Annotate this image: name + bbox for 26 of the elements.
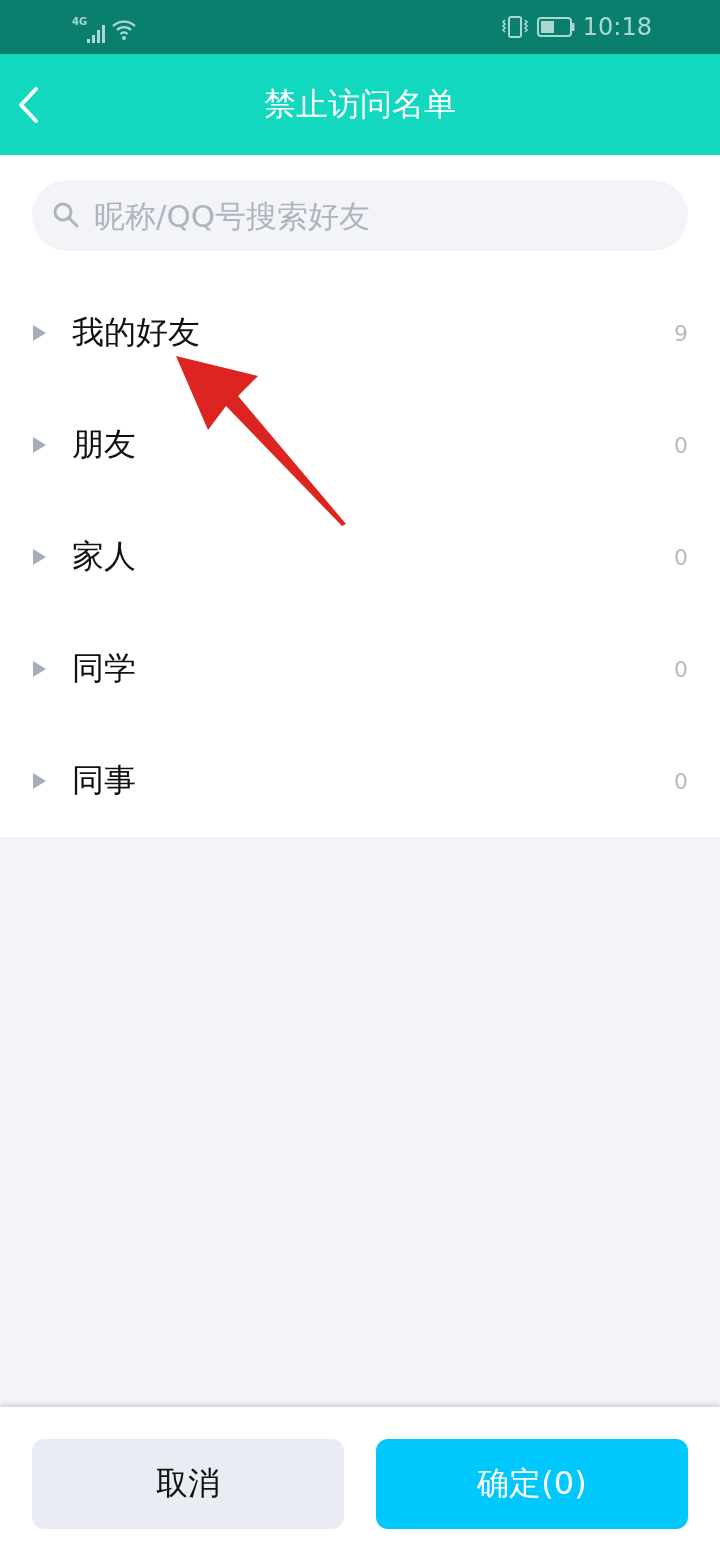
battery-icon: [536, 17, 575, 37]
group-row[interactable]: 家人 0: [0, 501, 720, 613]
group-row[interactable]: 同事 0: [0, 725, 720, 837]
group-row[interactable]: 我的好友 9: [0, 277, 720, 389]
vibrate-icon: [500, 15, 529, 39]
group-name: 同事: [72, 760, 137, 801]
search-icon: [52, 201, 80, 229]
group-count: 0: [674, 544, 688, 570]
back-icon[interactable]: [16, 86, 40, 124]
search-field[interactable]: 昵称/QQ号搜索好友: [32, 180, 688, 251]
group-name: 我的好友: [72, 312, 201, 353]
page-title: 禁止访问名单: [264, 83, 456, 125]
group-row[interactable]: 同学 0: [0, 613, 720, 725]
group-count: 0: [674, 768, 688, 794]
wifi-icon: [111, 19, 138, 41]
group-name: 朋友: [72, 424, 137, 465]
group-name: 同学: [72, 648, 137, 689]
group-count: 0: [674, 656, 688, 682]
group-count: 0: [674, 432, 688, 458]
group-count: 9: [674, 320, 688, 346]
cancel-button[interactable]: 取消: [32, 1438, 344, 1529]
signal-icon: [87, 24, 108, 44]
group-row[interactable]: 朋友 0: [0, 389, 720, 501]
network-label: 4G: [72, 16, 88, 27]
clock: 10:18: [582, 13, 652, 41]
group-name: 家人: [72, 536, 137, 577]
